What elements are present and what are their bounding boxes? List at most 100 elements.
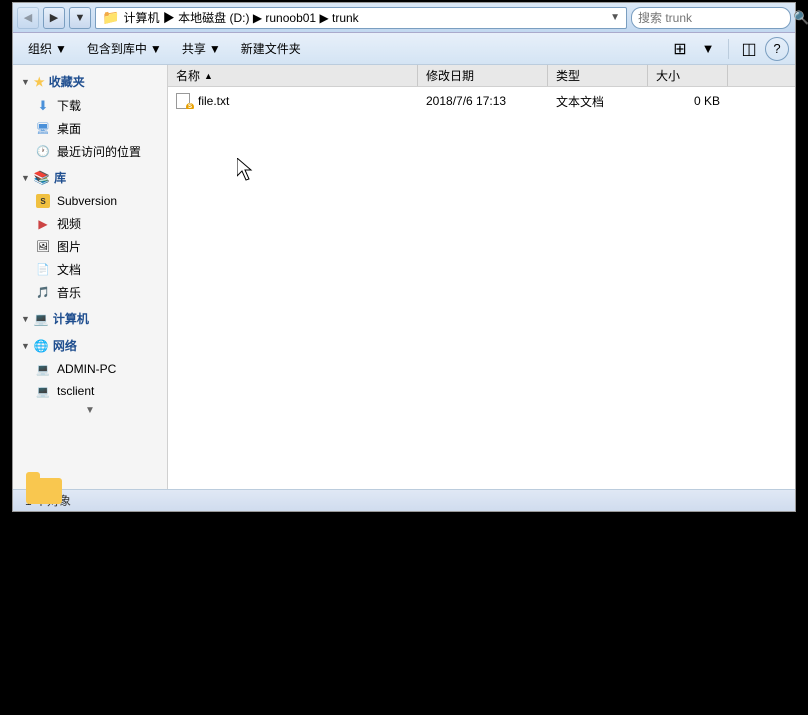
new-folder-button[interactable]: 新建文件夹 <box>232 36 310 62</box>
back-button[interactable]: ◀ <box>17 7 39 29</box>
sidebar-library-header[interactable]: ▼ 📚 库 <box>13 165 167 190</box>
file-name-cell: S file.txt <box>168 93 418 109</box>
sidebar-favorites-label: 收藏夹 <box>49 73 85 90</box>
file-icon: S <box>176 93 192 109</box>
sidebar-item-video[interactable]: ▶ 视频 <box>13 212 167 235</box>
address-path: 计算机 ▶ 本地磁盘 (D:) ▶ runoob01 ▶ trunk <box>123 9 610 26</box>
col-header-date[interactable]: 修改日期 <box>418 65 548 86</box>
sidebar-admin-pc-label: ADMIN-PC <box>57 362 116 376</box>
sidebar-item-tsclient[interactable]: 💻 tsclient <box>13 380 167 402</box>
sidebar-section-computer: ▼ 💻 计算机 <box>13 306 167 331</box>
col-header-name[interactable]: 名称 ▲ <box>168 65 418 86</box>
computer-icon: 💻 <box>34 312 49 326</box>
search-bar[interactable]: 🔍 <box>631 7 791 29</box>
col-header-size[interactable]: 大小 <box>648 65 728 86</box>
col-header-type[interactable]: 类型 <box>548 65 648 86</box>
share-button[interactable]: 共享 ▼ <box>173 36 230 62</box>
file-size-cell: 0 KB <box>648 94 728 108</box>
sidebar-section-library: ▼ 📚 库 S Subversion ▶ 视频 🖼 图片 <box>13 165 167 304</box>
sort-arrow: ▲ <box>204 71 213 81</box>
search-icon[interactable]: 🔍 <box>793 10 808 26</box>
sidebar-item-desktop[interactable]: 🖥 桌面 <box>13 117 167 140</box>
column-headers: 名称 ▲ 修改日期 类型 大小 <box>168 65 795 87</box>
document-icon: 📄 <box>35 262 51 278</box>
addr-drive: 本地磁盘 (D:) <box>178 11 249 25</box>
library-icon: 📚 <box>34 170 50 186</box>
computer-arrow: ▼ <box>21 314 30 324</box>
music-icon: 🎵 <box>35 285 51 301</box>
toolbar: 组织 ▼ 包含到库中 ▼ 共享 ▼ 新建文件夹 ⊞ ▼ ◫ ? <box>13 33 795 65</box>
file-date-cell: 2018/7/6 17:13 <box>418 94 548 108</box>
view-toggle-button[interactable]: ⊞ <box>668 37 692 61</box>
sidebar-section-favorites: ▼ ★ 收藏夹 ⬇ 下载 🖥 桌面 🕐 最近访问的位置 <box>13 69 167 163</box>
sidebar-download-label: 下载 <box>57 97 81 114</box>
library-arrow: ▼ <box>21 173 30 183</box>
sidebar-item-image[interactable]: 🖼 图片 <box>13 235 167 258</box>
network-icon: 🌐 <box>34 339 49 353</box>
subversion-icon: S <box>35 193 51 209</box>
sidebar-item-document[interactable]: 📄 文档 <box>13 258 167 281</box>
tsclient-icon: 💻 <box>35 383 51 399</box>
help-button[interactable]: ? <box>765 37 789 61</box>
address-bar[interactable]: 📁 计算机 ▶ 本地磁盘 (D:) ▶ runoob01 ▶ trunk ▼ <box>95 7 627 29</box>
sidebar-subversion-label: Subversion <box>57 194 117 208</box>
file-size: 0 KB <box>694 94 720 108</box>
sidebar-item-recent[interactable]: 🕐 最近访问的位置 <box>13 140 167 163</box>
addr-computer: 计算机 <box>123 11 159 25</box>
sidebar-desktop-label: 桌面 <box>57 120 81 137</box>
sidebar-music-label: 音乐 <box>57 284 81 301</box>
sidebar-video-label: 视频 <box>57 215 81 232</box>
sidebar-network-label: 网络 <box>53 337 77 354</box>
sidebar-item-subversion[interactable]: S Subversion <box>13 190 167 212</box>
sidebar-recent-label: 最近访问的位置 <box>57 143 141 160</box>
addr-sep-1: ▶ <box>163 11 178 25</box>
sidebar-item-admin-pc[interactable]: 💻 ADMIN-PC <box>13 358 167 380</box>
address-dropdown-icon[interactable]: ▼ <box>610 12 620 23</box>
video-icon: ▶ <box>35 216 51 232</box>
sidebar-section-network: ▼ 🌐 网络 💻 ADMIN-PC 💻 tsclient ▼ <box>13 333 167 418</box>
image-icon: 🖼 <box>35 239 51 255</box>
sidebar-scroll-down[interactable]: ▼ <box>13 402 167 418</box>
sidebar: ▼ ★ 收藏夹 ⬇ 下载 🖥 桌面 🕐 最近访问的位置 <box>13 65 168 489</box>
recent-icon: 🕐 <box>35 144 51 160</box>
organize-button[interactable]: 组织 ▼ <box>19 36 76 62</box>
toolbar-separator <box>728 39 729 59</box>
toolbar-right: ⊞ ▼ ◫ ? <box>668 37 789 61</box>
address-folder-icon: 📁 <box>102 9 119 26</box>
titlebar: ◀ ▶ ▼ 📁 计算机 ▶ 本地磁盘 (D:) ▶ runoob01 ▶ tru… <box>13 3 795 33</box>
include-library-button[interactable]: 包含到库中 ▼ <box>78 36 171 62</box>
sidebar-library-label: 库 <box>54 169 66 186</box>
file-name: file.txt <box>198 94 229 108</box>
favorites-arrow: ▼ <box>21 77 30 87</box>
forward-button[interactable]: ▶ <box>43 7 65 29</box>
folder-shortcut[interactable] <box>26 472 66 504</box>
network-arrow: ▼ <box>21 341 30 351</box>
statusbar: 1 个对象 <box>13 489 795 511</box>
file-date: 2018/7/6 17:13 <box>426 94 506 108</box>
file-area: 名称 ▲ 修改日期 类型 大小 <box>168 65 795 489</box>
folder-icon-large <box>26 472 66 504</box>
search-input[interactable] <box>638 11 793 25</box>
view-dropdown-button[interactable]: ▼ <box>696 37 720 61</box>
addr-sep-3: ▶ <box>319 11 332 25</box>
addr-trunk: trunk <box>332 11 359 25</box>
sidebar-tsclient-label: tsclient <box>57 384 94 398</box>
sidebar-network-header[interactable]: ▼ 🌐 网络 <box>13 333 167 358</box>
explorer-window: ◀ ▶ ▼ 📁 计算机 ▶ 本地磁盘 (D:) ▶ runoob01 ▶ tru… <box>12 2 796 512</box>
file-type: 文本文档 <box>556 95 604 109</box>
file-type-cell: 文本文档 <box>548 93 648 110</box>
table-row[interactable]: S file.txt 2018/7/6 17:13 文本文档 0 KB <box>168 87 795 115</box>
main-area: ▼ ★ 收藏夹 ⬇ 下载 🖥 桌面 🕐 最近访问的位置 <box>13 65 795 489</box>
download-icon: ⬇ <box>35 98 51 114</box>
preview-button[interactable]: ◫ <box>737 37 761 61</box>
sidebar-image-label: 图片 <box>57 238 81 255</box>
addr-repo: runoob01 <box>265 11 316 25</box>
sidebar-document-label: 文档 <box>57 261 81 278</box>
sidebar-computer-header[interactable]: ▼ 💻 计算机 <box>13 306 167 331</box>
addr-sep-2: ▶ <box>253 11 266 25</box>
sidebar-favorites-header[interactable]: ▼ ★ 收藏夹 <box>13 69 167 94</box>
dropdown-button[interactable]: ▼ <box>69 7 91 29</box>
sidebar-item-music[interactable]: 🎵 音乐 <box>13 281 167 304</box>
sidebar-computer-label: 计算机 <box>53 310 89 327</box>
sidebar-item-download[interactable]: ⬇ 下载 <box>13 94 167 117</box>
